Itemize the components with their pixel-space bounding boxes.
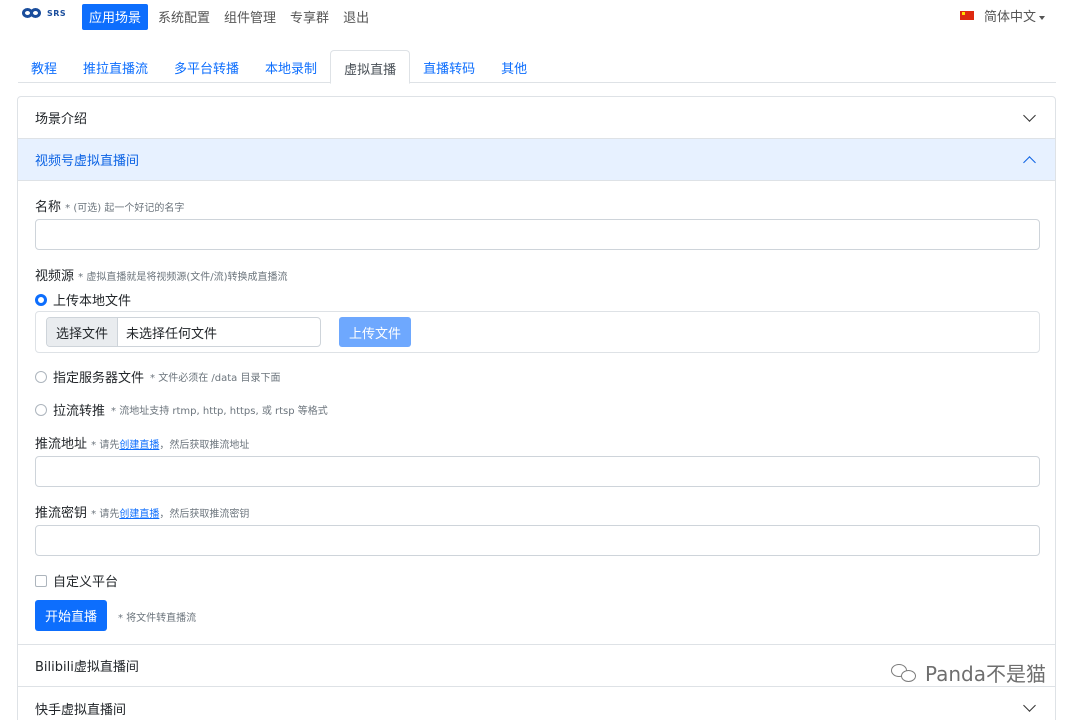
tab-other[interactable]: 其他 — [488, 50, 540, 83]
push-key-label: 推流密钥 * 请先创建直播，然后获取推流密钥 — [35, 502, 249, 521]
language-label: 简体中文 — [983, 10, 1036, 25]
push-key-hint-pre: * 请先 — [91, 509, 120, 520]
nav-item-logout[interactable]: 退出 — [336, 4, 376, 30]
logo-text: SRS — [47, 8, 67, 18]
name-label-text: 名称 — [35, 200, 62, 215]
chevron-down-icon — [1023, 108, 1036, 122]
custom-platform-label: 自定义平台 — [53, 575, 119, 590]
source-label-text: 视频源 — [35, 269, 75, 284]
choose-file-button[interactable]: 选择文件 — [47, 318, 119, 346]
tab-virtual-live[interactable]: 虚拟直播 — [330, 50, 411, 84]
accordion-title-wechat: 视频号虚拟直播间 — [35, 154, 140, 169]
radio-pull-stream[interactable]: 拉流转推 * 流地址支持 rtmp, http, https, 或 rtsp 等… — [35, 400, 328, 419]
push-url-label-text: 推流地址 — [35, 437, 88, 452]
upload-box: 选择文件 未选择任何文件 上传文件 — [35, 311, 1040, 353]
nav-item-scenarios[interactable]: 应用场景 — [82, 4, 149, 30]
push-key-label-text: 推流密钥 — [35, 506, 88, 521]
upload-file-button[interactable]: 上传文件 — [339, 317, 411, 347]
source-label: 视频源 * 虚拟直播就是将视频源(文件/流)转换成直播流 — [35, 265, 288, 284]
top-navbar: SRS 应用场景 系统配置 组件管理 专享群 退出 简体中文 — [0, 0, 1080, 32]
tab-local-record[interactable]: 本地录制 — [252, 50, 330, 83]
radio-pull-hint: * 流地址支持 rtmp, http, https, 或 rtsp 等格式 — [111, 406, 328, 417]
caret-down-icon — [1039, 15, 1045, 20]
push-url-hint-post: ，然后获取推流地址 — [159, 440, 250, 451]
scenario-tabs: 教程 推拉直播流 多平台转播 本地录制 虚拟直播 直播转码 其他 — [18, 50, 1056, 84]
accordion-header-intro[interactable]: 场景介绍 — [18, 97, 1055, 139]
push-key-hint-post: ，然后获取推流密钥 — [159, 509, 250, 520]
radio-server-label: 指定服务器文件 — [53, 371, 145, 386]
infinity-logo-icon — [22, 6, 44, 20]
china-flag-icon — [959, 11, 974, 20]
name-hint: * (可选) 起一个好记的名字 — [65, 203, 185, 214]
tab-multi-platform[interactable]: 多平台转播 — [161, 50, 252, 83]
top-menu: 应用场景 系统配置 组件管理 专享群 退出 — [82, 4, 376, 30]
create-live-link[interactable]: 创建直播 — [119, 509, 159, 520]
file-status: 未选择任何文件 — [126, 326, 218, 342]
watermark: Panda不是猫 — [890, 658, 1046, 687]
srs-logo[interactable]: SRS — [22, 6, 66, 20]
radio-unchecked-icon[interactable] — [35, 403, 47, 416]
nav-item-system-config[interactable]: 系统配置 — [151, 4, 217, 30]
name-input[interactable] — [35, 219, 1040, 250]
file-chooser[interactable]: 选择文件 未选择任何文件 — [46, 317, 321, 347]
chevron-down-icon — [1023, 699, 1036, 712]
push-url-input[interactable] — [35, 456, 1040, 487]
start-live-button[interactable]: 开始直播 — [35, 600, 107, 631]
tab-push-pull[interactable]: 推拉直播流 — [70, 50, 161, 83]
chevron-up-icon — [1023, 155, 1036, 169]
push-url-label: 推流地址 * 请先创建直播，然后获取推流地址 — [35, 433, 249, 452]
push-url-hint-pre: * 请先 — [91, 440, 120, 451]
radio-upload-local[interactable]: 上传本地文件 — [35, 290, 131, 309]
watermark-text: Panda不是猫 — [924, 662, 1046, 686]
radio-server-file[interactable]: 指定服务器文件 * 文件必须在 /data 目录下面 — [35, 367, 280, 386]
accordion-title-bilibili: Bilibili虚拟直播间 — [35, 660, 139, 675]
wechat-icon — [890, 662, 919, 684]
radio-unchecked-icon[interactable] — [35, 370, 47, 383]
start-hint: * 将文件转直播流 — [118, 613, 197, 624]
accordion-body-wechat: 名称 * (可选) 起一个好记的名字 视频源 * 虚拟直播就是将视频源(文件/流… — [18, 181, 1055, 645]
nav-item-group[interactable]: 专享群 — [283, 4, 336, 30]
accordion: 场景介绍 视频号虚拟直播间 名称 * (可选) 起一个好记的名字 视频源 * 虚… — [17, 96, 1056, 720]
accordion-header-wechat[interactable]: 视频号虚拟直播间 — [18, 139, 1055, 181]
language-dropdown[interactable]: 简体中文 — [959, 6, 1045, 25]
radio-checked-icon[interactable] — [35, 293, 47, 306]
name-label: 名称 * (可选) 起一个好记的名字 — [35, 196, 184, 215]
radio-pull-label: 拉流转推 — [53, 404, 106, 419]
accordion-header-kuaishou[interactable]: 快手虚拟直播间 — [18, 687, 1055, 720]
create-live-link[interactable]: 创建直播 — [119, 440, 159, 451]
nav-item-components[interactable]: 组件管理 — [217, 4, 283, 30]
push-key-input[interactable] — [35, 525, 1040, 556]
accordion-title-intro: 场景介绍 — [35, 112, 88, 127]
checkbox-icon[interactable] — [35, 574, 47, 587]
tab-tutorial[interactable]: 教程 — [18, 50, 70, 83]
tab-transcode[interactable]: 直播转码 — [410, 50, 488, 83]
custom-platform-checkbox[interactable]: 自定义平台 — [35, 571, 118, 590]
radio-server-hint: * 文件必须在 /data 目录下面 — [150, 373, 281, 384]
source-hint: * 虚拟直播就是将视频源(文件/流)转换成直播流 — [78, 272, 288, 283]
radio-upload-label: 上传本地文件 — [53, 294, 132, 309]
accordion-title-kuaishou: 快手虚拟直播间 — [35, 702, 127, 718]
